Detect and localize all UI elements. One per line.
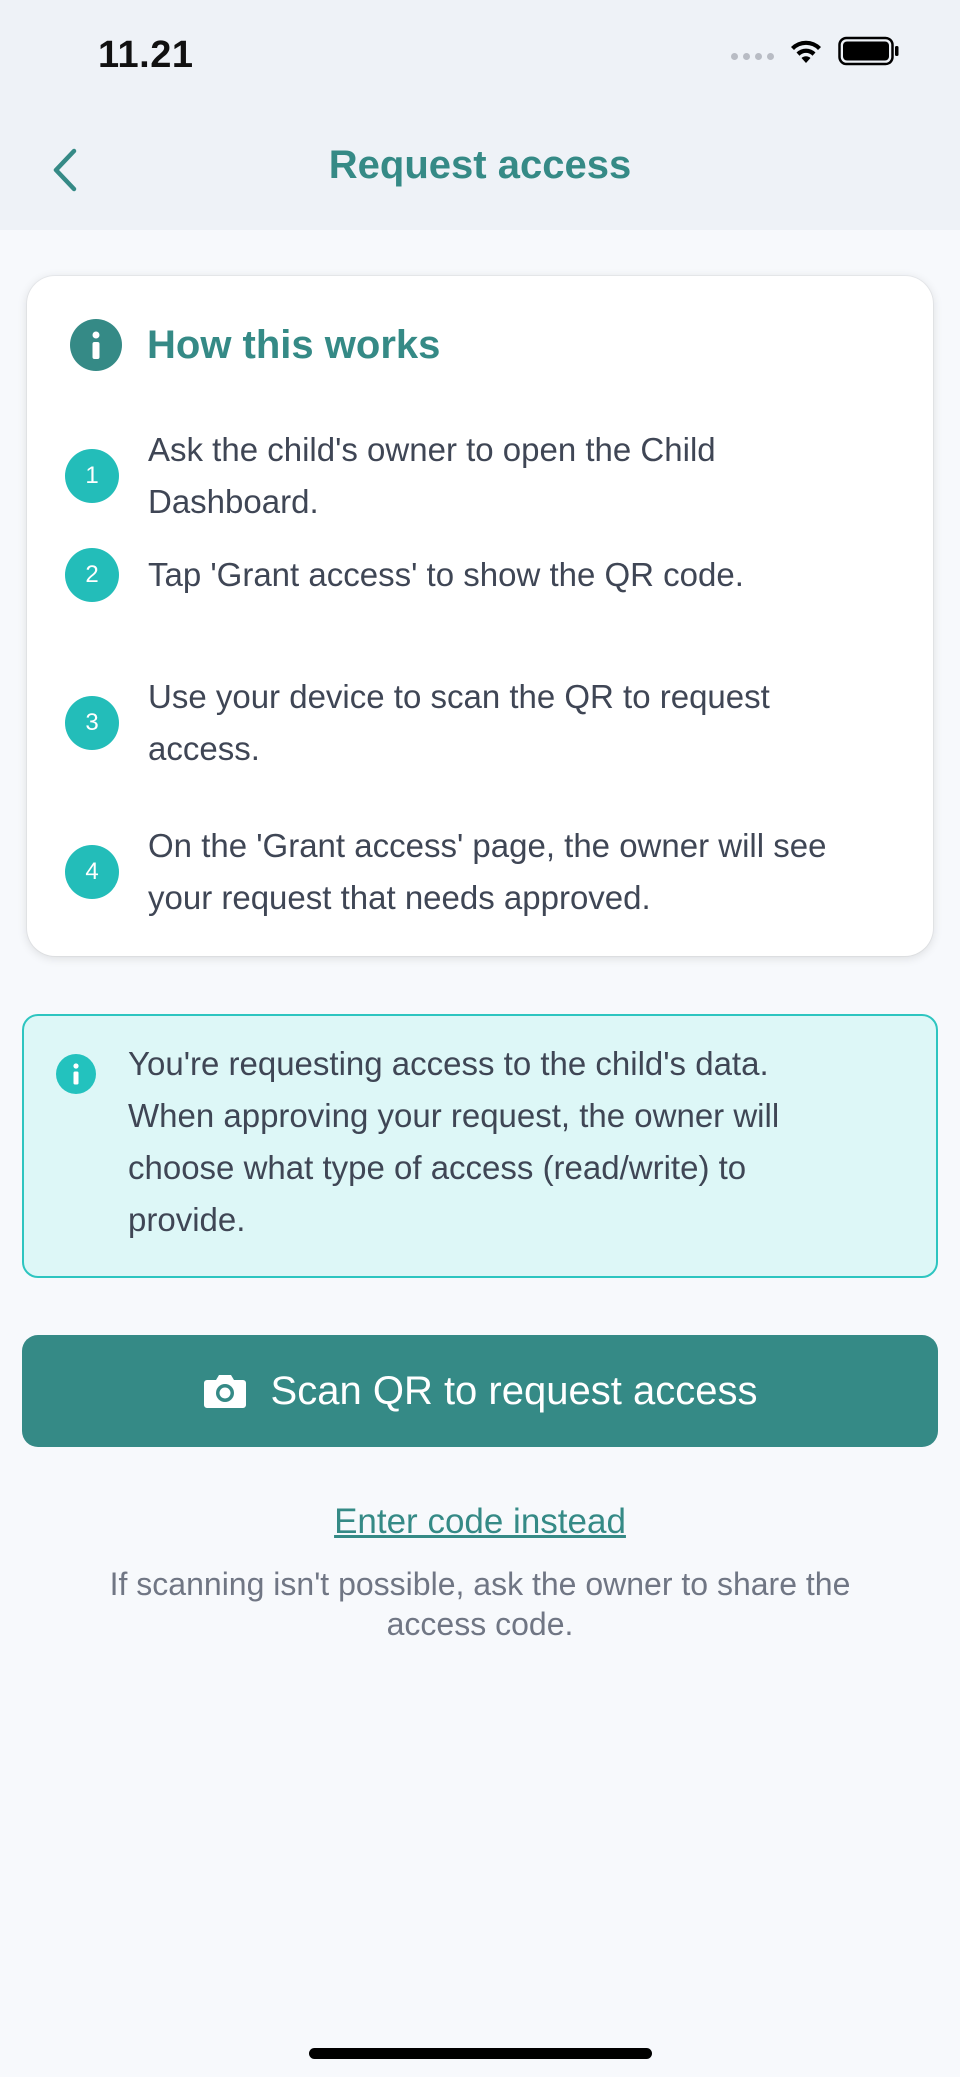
info-icon [70, 319, 122, 371]
enter-code-link[interactable]: Enter code instead [0, 1502, 960, 1542]
hint-line: If scanning isn't possible, ask the owne… [109, 1566, 851, 1602]
step-line: Use your device to scan the QR to reques… [148, 678, 770, 715]
status-icons [731, 36, 900, 66]
step-number: 3 [65, 696, 119, 750]
step-1: 1 Ask the child's owner to open the Chil… [65, 424, 905, 528]
how-title: How this works [147, 322, 441, 367]
note-line: choose what type of access (read/write) … [128, 1149, 747, 1186]
step-text: Use your device to scan the QR to reques… [148, 671, 770, 775]
step-line: On the 'Grant access' page, the owner wi… [148, 827, 827, 864]
info-note: You're requesting access to the child's … [22, 1014, 938, 1278]
hint-text: If scanning isn't possible, ask the owne… [60, 1564, 900, 1644]
camera-icon [203, 1373, 247, 1409]
signal-icon [731, 52, 774, 60]
step-line: access. [148, 730, 260, 767]
top-bar: 11.21 Request access [0, 0, 960, 230]
step-4: 4 On the 'Grant access' page, the owner … [65, 820, 905, 924]
page-title: Request access [328, 143, 632, 187]
scan-button-label: Scan QR to request access [270, 1368, 758, 1413]
status-time: 11.21 [98, 34, 194, 76]
step-line: Ask the child's owner to open the Child [148, 431, 716, 468]
hint-line: access code. [386, 1606, 574, 1642]
how-header: How this works [70, 319, 440, 371]
note-text: You're requesting access to the child's … [128, 1038, 908, 1246]
battery-icon [838, 36, 899, 66]
step-text: Tap 'Grant access' to show the QR code. [148, 549, 744, 601]
step-line: Dashboard. [148, 483, 319, 520]
step-number: 4 [65, 845, 119, 899]
step-text: On the 'Grant access' page, the owner wi… [148, 820, 826, 924]
step-3: 3 Use your device to scan the QR to requ… [65, 671, 905, 775]
scan-qr-button[interactable]: Scan QR to request access [22, 1335, 938, 1447]
home-indicator[interactable] [309, 2048, 652, 2059]
note-line: You're requesting access to the child's … [128, 1045, 769, 1082]
note-line: provide. [128, 1201, 246, 1238]
step-text: Ask the child's owner to open the Child … [148, 424, 716, 528]
info-icon [56, 1054, 96, 1094]
note-line: When approving your request, the owner w… [128, 1097, 780, 1134]
how-this-works-card: How this works 1 Ask the child's owner t… [27, 276, 933, 956]
step-number: 1 [65, 449, 119, 503]
wifi-icon [791, 40, 821, 63]
step-number: 2 [65, 548, 119, 602]
step-line: your request that needs approved. [148, 879, 651, 916]
step-line: Tap 'Grant access' to show the QR code. [148, 556, 744, 593]
step-2: 2 Tap 'Grant access' to show the QR code… [65, 548, 905, 602]
